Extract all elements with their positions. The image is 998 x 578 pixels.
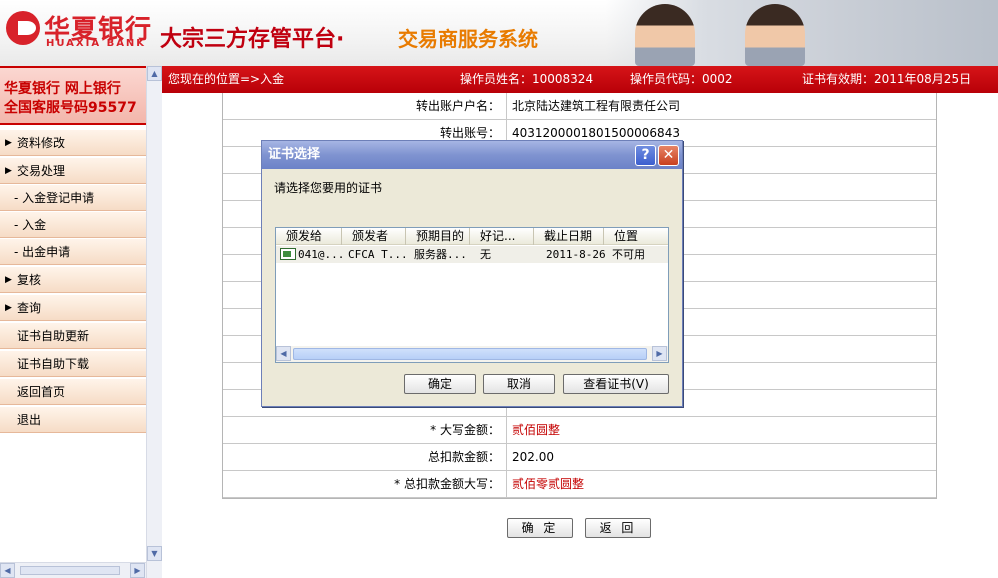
cert-validity: 证书有效期：2011年08月25日 — [802, 72, 972, 86]
bank-logo-icon — [6, 11, 40, 45]
online-banking-banner: 华夏银行 网上银行 全国客服号码95577 — [0, 66, 146, 125]
field-value: 贰佰圆整 — [512, 423, 561, 437]
scroll-left-icon[interactable]: ◀ — [0, 563, 15, 578]
arrow-right-icon: ▶ — [5, 138, 12, 148]
ok-button[interactable]: 确定 — [404, 374, 476, 394]
form-row: 总扣款金额： 202.00 — [223, 444, 936, 471]
column-header-expiry[interactable]: 截止日期 — [534, 228, 604, 245]
field-value: 北京陆达建筑工程有限责任公司 — [512, 99, 681, 113]
scroll-left-icon[interactable]: ◀ — [276, 346, 291, 361]
scroll-right-icon[interactable]: ▶ — [130, 563, 145, 578]
scroll-thumb[interactable] — [293, 348, 647, 360]
menu-item-cert-download[interactable]: 证书自助下载 — [0, 351, 146, 377]
scroll-down-icon[interactable]: ▼ — [147, 546, 162, 561]
cancel-button[interactable]: 取消 — [483, 374, 555, 394]
confirm-button[interactable]: 确 定 — [507, 518, 573, 538]
column-header-issuer[interactable]: 颁发者 — [342, 228, 406, 245]
menu-label: 交易处理 — [17, 164, 66, 178]
cert-expiry: 2011-8-26 — [546, 248, 606, 261]
menu-item-logout[interactable]: 退出 — [0, 407, 146, 433]
left-menu-panel: 华夏银行 网上银行 全国客服号码95577 ▶ 资料修改 ▶ 交易处理 - 入金登记… — [0, 66, 146, 578]
cert-select-dialog: 证书选择 ? ✕ 请选择您要用的证书 颁发给 颁发者 预期目的 好记... 截止… — [261, 140, 683, 407]
field-value: 202.00 — [512, 450, 554, 464]
certificate-icon — [280, 248, 296, 260]
menu-item-profile[interactable]: ▶ 资料修改 — [0, 130, 146, 156]
menu-item-query[interactable]: ▶ 查询 — [0, 295, 146, 321]
cert-friendly-name: 无 — [480, 248, 491, 261]
arrow-right-icon: ▶ — [5, 275, 12, 285]
field-value: 贰佰零贰圆整 — [512, 477, 585, 491]
menu-label: 资料修改 — [17, 136, 66, 150]
menu-label: 查询 — [17, 301, 42, 315]
field-label: 总扣款金额： — [223, 444, 507, 470]
menu-item-review[interactable]: ▶ 复核 — [0, 267, 146, 293]
field-label: 转出账户户名： — [223, 93, 507, 119]
breadcrumb: 您现在的位置=>入金 — [168, 72, 285, 86]
form-row: * 总扣款金额大写： 贰佰零贰圆整 — [223, 471, 936, 498]
service-agent-photo — [635, 4, 695, 66]
cert-location: 不可用 — [612, 248, 645, 261]
header-photo — [605, 0, 998, 66]
column-header-location[interactable]: 位置 — [604, 228, 668, 245]
form-row: 转出账户户名： 北京陆达建筑工程有限责任公司 — [223, 93, 936, 120]
column-header-purpose[interactable]: 预期目的 — [406, 228, 470, 245]
help-icon[interactable]: ? — [635, 145, 656, 166]
menu-item-transactions[interactable]: ▶ 交易处理 — [0, 158, 146, 184]
menu-item-home[interactable]: 返回首页 — [0, 379, 146, 405]
cert-issued-to: 041@... — [298, 248, 345, 261]
scroll-up-icon[interactable]: ▲ — [147, 66, 162, 81]
menu-label: - 入金 — [14, 218, 47, 232]
menu-item-cert-update[interactable]: 证书自助更新 — [0, 323, 146, 349]
status-bar: 您现在的位置=>入金 操作员姓名：10008324 操作员代码：0002 证书有… — [162, 66, 998, 93]
bank-name-en: HUAXIA BANK — [46, 38, 147, 49]
operator-code: 操作员代码：0002 — [630, 72, 733, 86]
menu-label: 退出 — [17, 413, 42, 427]
header-banner: 华夏银行 HUAXIA BANK 大宗三方存管平台· 交易商服务系统 — [0, 0, 998, 66]
menu-label: 复核 — [17, 273, 42, 287]
column-header-friendly-name[interactable]: 好记... — [470, 228, 534, 245]
cert-list[interactable]: 颁发给 颁发者 预期目的 好记... 截止日期 位置 041@... CFCA … — [275, 227, 669, 363]
menu-item-withdraw-request[interactable]: - 出金申请 — [0, 239, 146, 265]
menu-label: - 入金登记申请 — [14, 191, 95, 205]
menu-label: 证书自助更新 — [17, 329, 90, 343]
column-header-issued-to[interactable]: 颁发给 — [276, 228, 342, 245]
dialog-titlebar[interactable]: 证书选择 ? ✕ — [262, 141, 682, 169]
service-agent-photo — [745, 4, 805, 66]
menu-label: - 出金申请 — [14, 245, 71, 259]
scroll-right-icon[interactable]: ▶ — [652, 346, 667, 361]
close-icon[interactable]: ✕ — [658, 145, 679, 166]
operator-name: 操作员姓名：10008324 — [460, 72, 594, 86]
platform-title: 大宗三方存管平台· — [160, 27, 345, 52]
scroll-thumb[interactable] — [20, 566, 120, 575]
menu-item-deposit-register[interactable]: - 入金登记申请 — [0, 185, 146, 211]
menu-item-deposit[interactable]: - 入金 — [0, 212, 146, 238]
field-label: * 总扣款金额大写： — [223, 471, 507, 497]
banner-line1: 华夏银行 网上银行 — [4, 81, 121, 97]
dialog-prompt: 请选择您要用的证书 — [274, 181, 383, 195]
system-title: 交易商服务系统 — [398, 27, 538, 51]
cert-purpose: 服务器... — [414, 248, 467, 261]
arrow-right-icon: ▶ — [5, 166, 12, 176]
left-vertical-scrollbar[interactable]: ▲ ▼ — [146, 66, 162, 578]
back-button[interactable]: 返 回 — [585, 518, 651, 538]
dialog-title: 证书选择 — [268, 147, 321, 162]
cert-row[interactable]: 041@... CFCA T... 服务器... 无 2011-8-26 不可用 — [276, 246, 668, 263]
left-horizontal-scrollbar[interactable]: ◀ ▶ — [0, 562, 146, 578]
cert-issuer: CFCA T... — [348, 248, 408, 261]
cert-list-scrollbar[interactable]: ◀ ▶ — [276, 346, 668, 362]
cert-list-header: 颁发给 颁发者 预期目的 好记... 截止日期 位置 — [276, 228, 668, 245]
arrow-right-icon: ▶ — [5, 303, 12, 313]
menu-label: 返回首页 — [17, 385, 66, 399]
banner-line2: 全国客服号码95577 — [4, 100, 137, 116]
menu-label: 证书自助下载 — [17, 357, 90, 371]
field-label: * 大写金额： — [223, 417, 507, 443]
view-cert-button[interactable]: 查看证书(V) — [563, 374, 669, 394]
form-row: * 大写金额： 贰佰圆整 — [223, 417, 936, 444]
